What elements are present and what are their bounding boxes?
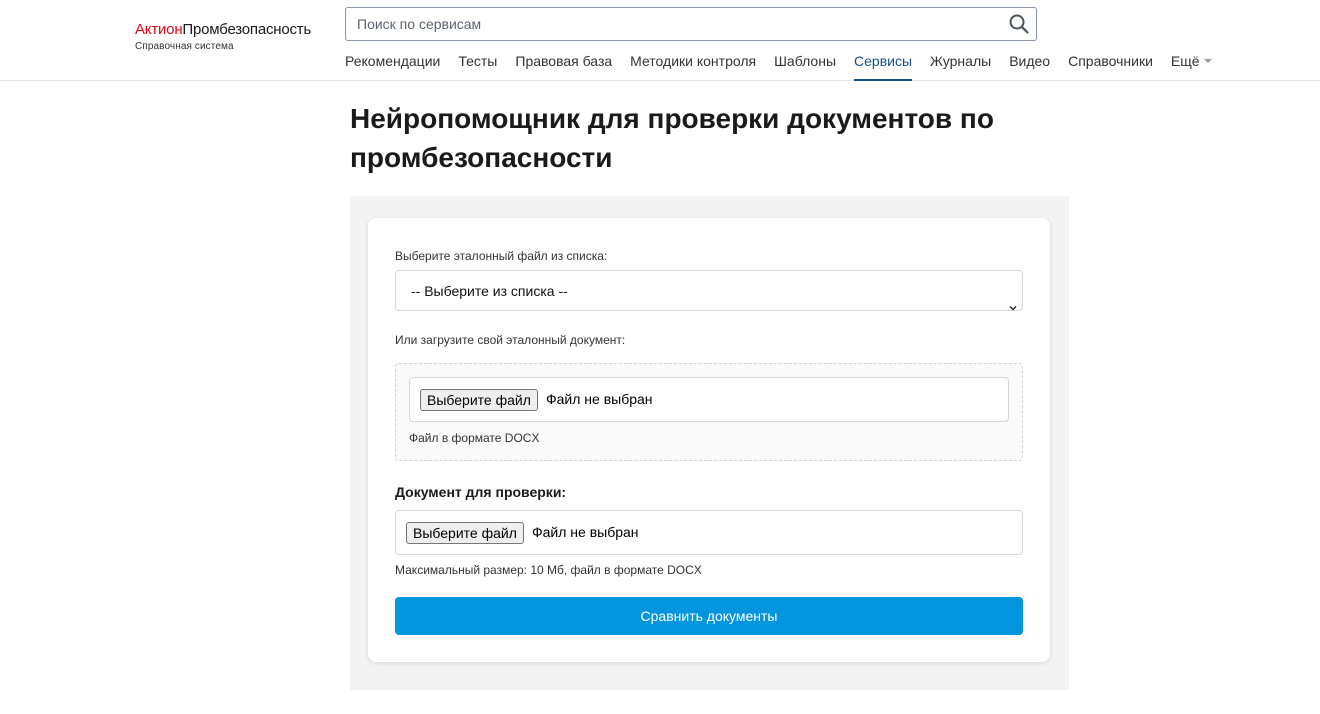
logo[interactable]: АктионПромбезопасность Справочная систем… — [135, 21, 311, 52]
reference-select-value: -- Выберите из списка -- — [411, 283, 568, 299]
main-nav: Рекомендации Тесты Правовая база Методик… — [345, 52, 1230, 81]
compare-documents-button[interactable]: Сравнить документы — [395, 597, 1023, 635]
nav-more-label: Ещё — [1170, 53, 1200, 69]
reference-upload-label: Или загрузите свой эталонный документ: — [395, 333, 626, 347]
nav-item-templates[interactable]: Шаблоны — [774, 52, 836, 80]
logo-brand: Актион — [135, 21, 183, 38]
caret-down-icon — [1203, 59, 1212, 63]
reference-choose-file-button[interactable]: Выберите файл — [420, 389, 538, 411]
nav-item-references[interactable]: Справочники — [1068, 52, 1153, 80]
check-file-input: Выберите файл Файл не выбран — [395, 510, 1023, 555]
nav-item-services[interactable]: Сервисы — [854, 52, 913, 81]
reference-file-status: Файл не выбран — [546, 391, 653, 407]
search-icon[interactable] — [1008, 13, 1030, 35]
nav-item-tests[interactable]: Тесты — [458, 52, 497, 80]
search-box — [345, 7, 1037, 41]
compare-form-card: Выберите эталонный файл из списка: -- Вы… — [368, 218, 1050, 662]
page-title: Нейропомощник для проверки документов по… — [350, 103, 994, 173]
check-file-status: Файл не выбран — [532, 524, 639, 540]
check-document-hint: Максимальный размер: 10 Мб, файл в форма… — [395, 563, 702, 577]
logo-subtitle: Справочная система — [135, 41, 234, 52]
logo-name: Промбезопасность — [182, 21, 312, 38]
nav-item-control-methods[interactable]: Методики контроля — [630, 52, 756, 80]
nav-item-legal-base[interactable]: Правовая база — [515, 52, 612, 80]
nav-item-video[interactable]: Видео — [1009, 52, 1050, 80]
content-panel: Выберите эталонный файл из списка: -- Вы… — [350, 196, 1069, 690]
reference-file-input: Выберите файл Файл не выбран — [409, 377, 1009, 422]
reference-upload-hint: Файл в формате DOCX — [409, 431, 540, 445]
nav-item-journals[interactable]: Журналы — [930, 52, 991, 80]
nav-item-recommendations[interactable]: Рекомендации — [345, 52, 440, 80]
nav-item-more[interactable]: Ещё — [1171, 52, 1212, 80]
site-header: АктионПромбезопасность Справочная систем… — [0, 0, 1320, 81]
check-choose-file-button[interactable]: Выберите файл — [406, 522, 524, 544]
check-document-label: Документ для проверки: — [395, 484, 567, 500]
reference-select-label: Выберите эталонный файл из списка: — [395, 249, 608, 263]
search-input[interactable] — [346, 8, 996, 40]
reference-file-select[interactable]: -- Выберите из списка -- — [395, 270, 1023, 311]
reference-upload-dropzone[interactable]: Выберите файл Файл не выбран Файл в форм… — [395, 363, 1023, 461]
chevron-down-icon — [1009, 287, 1017, 311]
